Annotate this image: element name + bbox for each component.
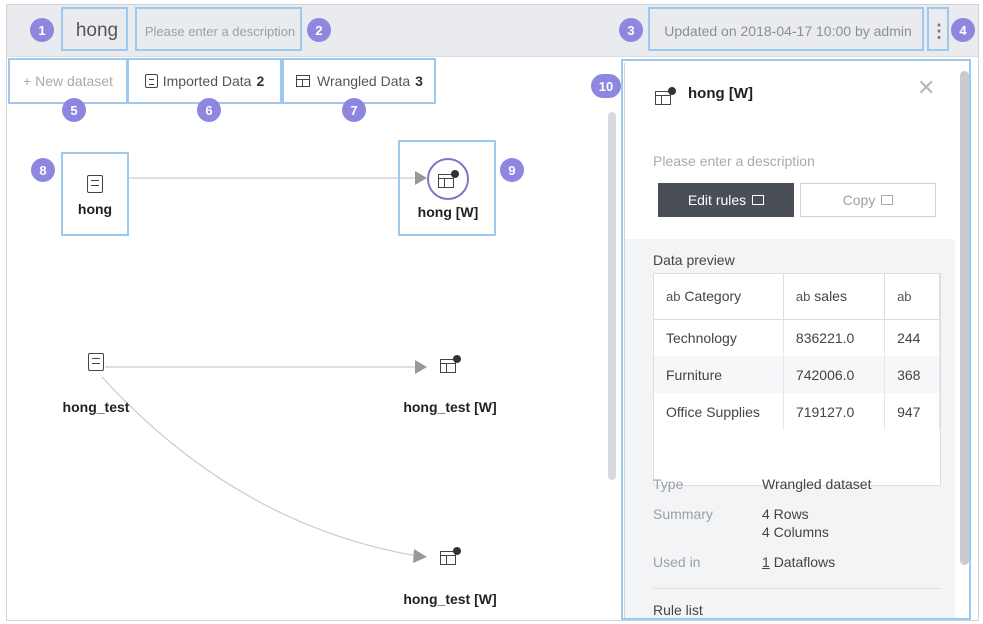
callout-badge-3: 3 [619,18,643,42]
highlight-panel [621,59,971,620]
callout-badge-10: 10 [591,74,621,98]
dataset-icon [88,353,104,371]
canvas-scrollbar[interactable] [608,112,616,480]
node-label: hong_test [W] [403,399,497,415]
node-label: hong_test [W] [403,591,497,607]
highlight-node-hong-w [398,140,496,236]
callout-badge-4: 4 [951,18,975,42]
highlight-imported-tab [127,58,282,104]
highlight-more [927,7,949,51]
callout-badge-1: 1 [30,18,54,42]
node-label: hong_test [62,399,130,415]
wrangled-node-hong-test-w-2[interactable]: hong_test [W] [391,547,509,607]
callout-badge-5: 5 [62,98,86,122]
callout-badge-8: 8 [31,158,55,182]
highlight-wrangled-tab [282,58,436,104]
callout-badge-2: 2 [307,18,331,42]
wrangled-node-hong-test-w-1[interactable]: hong_test [W] [391,355,509,415]
callout-badge-9: 9 [500,158,524,182]
highlight-node-hong [61,152,129,236]
callout-badge-7: 7 [342,98,366,122]
highlight-title [61,7,128,51]
wrangled-dataset-icon [440,355,461,373]
dataset-node-hong-test[interactable]: hong_test [53,353,139,415]
highlight-description [135,7,302,51]
wrangled-dataset-icon [440,547,461,565]
callout-badge-6: 6 [197,98,221,122]
highlight-new-dataset [8,58,128,104]
highlight-updated [648,7,924,51]
